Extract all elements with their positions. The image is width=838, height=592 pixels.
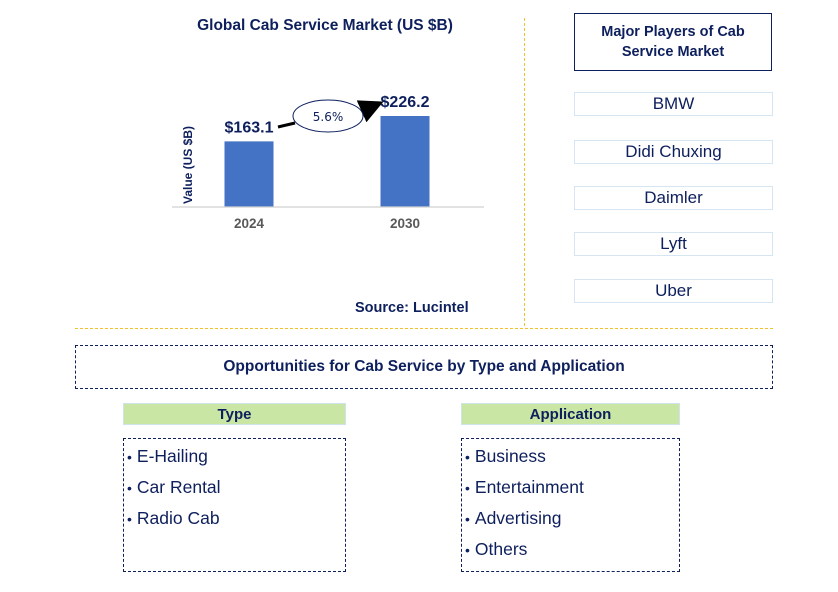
player-item: Didi Chuxing	[574, 140, 773, 164]
vertical-divider	[524, 18, 525, 326]
list-item: • Radio Cab	[127, 508, 220, 528]
segment-list-application: • Business • Entertainment • Advertising • O…	[461, 438, 680, 572]
segment-header-type: Type	[123, 403, 346, 425]
bullet-icon: •	[465, 511, 470, 527]
player-item: BMW	[574, 92, 773, 116]
list-item: • Entertainment	[465, 477, 584, 497]
x-tick-label-2024: 2024	[234, 216, 265, 231]
segment-header-application: Application	[461, 403, 680, 425]
player-item: Uber	[574, 279, 773, 303]
data-label-2030: $226.2	[381, 94, 430, 111]
bullet-icon: •	[465, 480, 470, 496]
opportunities-title: Opportunities for Cab Service by Type an…	[75, 345, 773, 389]
source-label: Source: Lucintel	[355, 300, 469, 316]
chart-title: Global Cab Service Market (US $B)	[197, 17, 453, 34]
bullet-icon: •	[127, 511, 132, 527]
bullet-icon: •	[127, 480, 132, 496]
bullet-icon: •	[465, 449, 470, 465]
list-item: • Advertising	[465, 508, 562, 528]
bullet-icon: •	[127, 449, 132, 465]
list-item: • Business	[465, 446, 546, 466]
bar-2024	[224, 141, 274, 207]
growth-arrow-end	[356, 100, 384, 123]
bar-2030	[380, 116, 430, 207]
horizontal-divider	[75, 328, 773, 329]
list-item: • E-Hailing	[127, 446, 208, 466]
bullet-icon: •	[465, 542, 470, 558]
player-item: Lyft	[574, 232, 773, 256]
list-item: • Car Rental	[127, 477, 221, 497]
growth-arrow-start	[277, 121, 296, 129]
players-title: Major Players of Cab Service Market	[574, 13, 772, 71]
list-item: • Others	[465, 539, 528, 559]
bar-chart: $163.1 2024 $226.2 2030 5.6%	[172, 94, 484, 231]
segment-list-type: • E-Hailing • Car Rental • Radio Cab	[123, 438, 346, 572]
cagr-label: 5.6%	[313, 110, 344, 124]
x-tick-label-2030: 2030	[390, 216, 420, 231]
player-item: Daimler	[574, 186, 773, 210]
data-label-2024: $163.1	[225, 119, 274, 136]
